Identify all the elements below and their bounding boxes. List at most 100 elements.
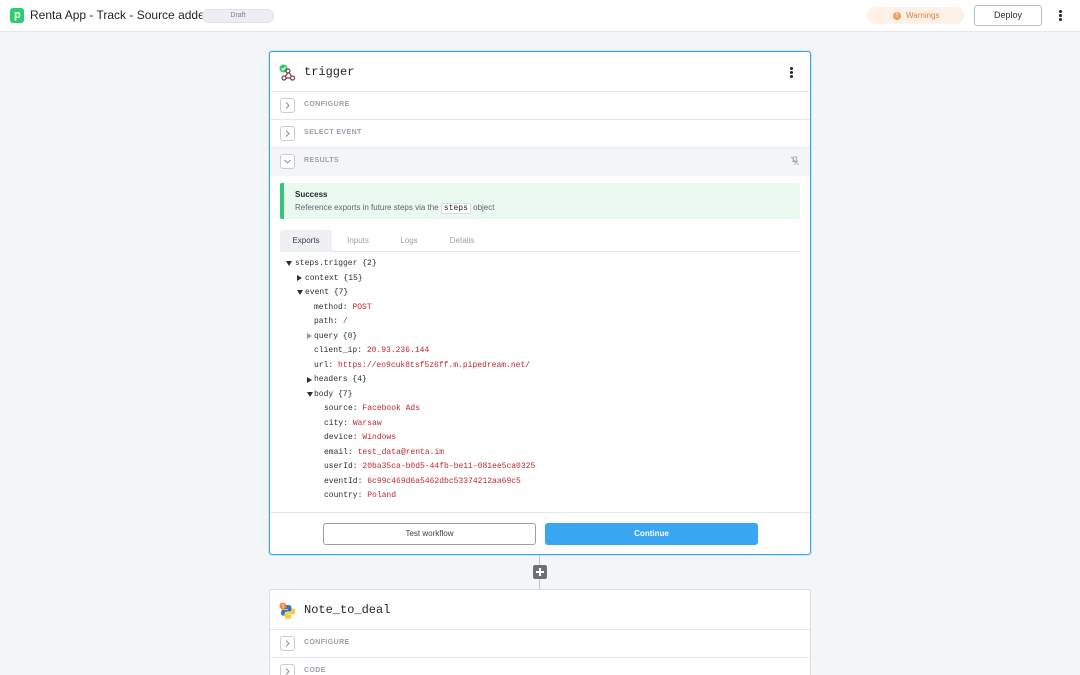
chevron-right-icon[interactable] bbox=[280, 126, 295, 141]
leaf-key: client_ip: bbox=[314, 346, 363, 355]
caret-down-icon[interactable] bbox=[286, 261, 292, 266]
caret-down-icon[interactable] bbox=[307, 391, 313, 397]
node-label: steps.trigger {2} bbox=[295, 259, 377, 268]
configure-section[interactable]: CONFIGURE bbox=[270, 630, 810, 658]
section-label: CONFIGURE bbox=[304, 639, 350, 646]
node-label: headers {4} bbox=[314, 375, 367, 384]
test-workflow-button[interactable]: Test workflow bbox=[323, 523, 536, 545]
step-title[interactable]: Note_to_deal bbox=[304, 603, 390, 617]
leaf-key: email: bbox=[324, 447, 353, 457]
leaf-value: https://eo9cuk8tsf5z6ff.m.pipedream.net/ bbox=[338, 360, 531, 370]
caret-right-icon[interactable] bbox=[297, 275, 302, 281]
more-options-icon[interactable] bbox=[1059, 10, 1063, 22]
tree-leaf-event-id: eventId: 6c99c469d6a5462dbc53374212aa69c… bbox=[324, 476, 521, 488]
step-footer: Test workflow Continue bbox=[270, 512, 810, 556]
tree-leaf-email: email: test_data@renta.im bbox=[324, 447, 444, 459]
note-to-deal-step-card: Note_to_deal CONFIGURE CODE bbox=[269, 589, 811, 675]
message-text: object bbox=[473, 203, 495, 212]
section-label: CODE bbox=[304, 667, 326, 674]
workflow-title[interactable]: Renta App - Track - Source added bbox=[30, 8, 211, 22]
warning-icon: ! bbox=[893, 11, 901, 20]
leaf-value: / bbox=[342, 317, 348, 326]
configure-section[interactable]: CONFIGURE bbox=[270, 92, 810, 120]
leaf-key: method: bbox=[314, 302, 348, 312]
code-section[interactable]: CODE bbox=[270, 658, 810, 675]
leaf-value: 6c99c469d6a5462dbc53374212aa69c5 bbox=[367, 476, 521, 486]
leaf-value: Warsaw bbox=[352, 418, 382, 428]
success-title: Success bbox=[295, 190, 328, 199]
chevron-right-icon[interactable] bbox=[280, 664, 295, 675]
tree-node-context[interactable]: context {15} bbox=[297, 273, 363, 285]
top-bar: p Renta App - Track - Source added Draft… bbox=[0, 0, 1080, 32]
tab-logs[interactable]: Logs bbox=[390, 230, 428, 252]
leaf-key: city: bbox=[324, 418, 349, 428]
leaf-key: source: bbox=[324, 404, 358, 413]
leaf-value: 20.93.236.144 bbox=[366, 346, 430, 355]
results-section[interactable]: RESULTS bbox=[270, 148, 810, 176]
trigger-step-header: trigger bbox=[270, 52, 810, 92]
chevron-right-icon[interactable] bbox=[280, 98, 295, 113]
deploy-button[interactable]: Deploy bbox=[974, 5, 1042, 26]
node-label: body {7} bbox=[314, 389, 353, 399]
node-label: event {7} bbox=[305, 288, 349, 297]
leaf-key: url: bbox=[314, 360, 334, 370]
tree-leaf-client-ip: client_ip: 20.93.236.144 bbox=[314, 345, 429, 357]
tree-leaf-city: city: Warsaw bbox=[324, 418, 382, 430]
add-step-icon[interactable] bbox=[533, 565, 547, 579]
chevron-down-icon[interactable] bbox=[280, 154, 295, 169]
tree-node-body[interactable]: body {7} bbox=[307, 389, 352, 401]
tree-node-headers[interactable]: headers {4} bbox=[307, 374, 367, 386]
success-banner: Success Reference exports in future step… bbox=[280, 183, 800, 219]
tree-leaf-path: path: / bbox=[314, 316, 348, 328]
results-tabs: Exports Inputs Logs Details bbox=[280, 230, 800, 252]
message-text: Reference exports in future steps via th… bbox=[295, 203, 439, 212]
webhook-icon bbox=[279, 64, 296, 81]
leaf-value: test_data@renta.im bbox=[357, 447, 445, 457]
leaf-key: userId: bbox=[324, 462, 358, 471]
trigger-step-card: trigger CONFIGURE SELECT EVENT RESULTS S… bbox=[269, 51, 811, 555]
tree-leaf-country: country: Poland bbox=[324, 490, 396, 502]
note-step-header: Note_to_deal bbox=[270, 590, 810, 630]
leaf-key: device: bbox=[324, 433, 358, 442]
tree-leaf-url: url: https://eo9cuk8tsf5z6ff.m.pipedream… bbox=[314, 360, 530, 372]
tree-leaf-method: method: POST bbox=[314, 302, 372, 314]
leaf-key: eventId: bbox=[324, 476, 363, 486]
step-menu-icon[interactable] bbox=[790, 67, 794, 79]
draft-badge: Draft bbox=[202, 9, 274, 23]
tree-leaf-device: device: Windows bbox=[324, 432, 396, 444]
leaf-value: Poland bbox=[367, 491, 397, 500]
tree-node-root[interactable]: steps.trigger {2} bbox=[286, 258, 377, 270]
connector-line bbox=[539, 555, 540, 565]
caret-down-icon[interactable] bbox=[297, 290, 303, 295]
leaf-value: Facebook Ads bbox=[362, 404, 421, 413]
caret-right-icon[interactable] bbox=[307, 333, 312, 339]
continue-button[interactable]: Continue bbox=[545, 523, 758, 545]
leaf-key: path: bbox=[314, 317, 339, 326]
chevron-right-icon[interactable] bbox=[280, 636, 295, 651]
leaf-value: POST bbox=[352, 302, 372, 312]
connector-line bbox=[539, 579, 540, 589]
unpin-icon[interactable] bbox=[790, 156, 800, 166]
warnings-button[interactable]: ! Warnings bbox=[867, 7, 964, 24]
node-label: query {0} bbox=[314, 331, 358, 341]
node-label: context {15} bbox=[305, 273, 363, 283]
section-label: CONFIGURE bbox=[304, 101, 350, 108]
pipedream-logo[interactable]: p bbox=[10, 8, 24, 23]
python-icon bbox=[279, 602, 296, 619]
leaf-value: Windows bbox=[362, 433, 397, 442]
steps-code-chip: steps bbox=[440, 203, 471, 214]
tab-exports[interactable]: Exports bbox=[280, 230, 332, 252]
tree-leaf-source: source: Facebook Ads bbox=[324, 403, 420, 415]
leaf-key: country: bbox=[324, 491, 363, 500]
logo-letter: p bbox=[14, 9, 21, 21]
tab-details[interactable]: Details bbox=[438, 230, 486, 252]
tree-leaf-user-id: userId: 20ba35ca-b0d5-44fb-be11-081ee5ca… bbox=[324, 461, 535, 473]
leaf-value: 20ba35ca-b0d5-44fb-be11-081ee5ca0325 bbox=[362, 462, 536, 471]
warnings-label: Warnings bbox=[906, 11, 940, 20]
step-title[interactable]: trigger bbox=[304, 65, 354, 79]
caret-right-icon[interactable] bbox=[307, 376, 312, 383]
tree-node-event[interactable]: event {7} bbox=[297, 287, 348, 299]
tab-inputs[interactable]: Inputs bbox=[336, 230, 380, 252]
select-event-section[interactable]: SELECT EVENT bbox=[270, 120, 810, 148]
tree-node-query[interactable]: query {0} bbox=[307, 331, 357, 343]
